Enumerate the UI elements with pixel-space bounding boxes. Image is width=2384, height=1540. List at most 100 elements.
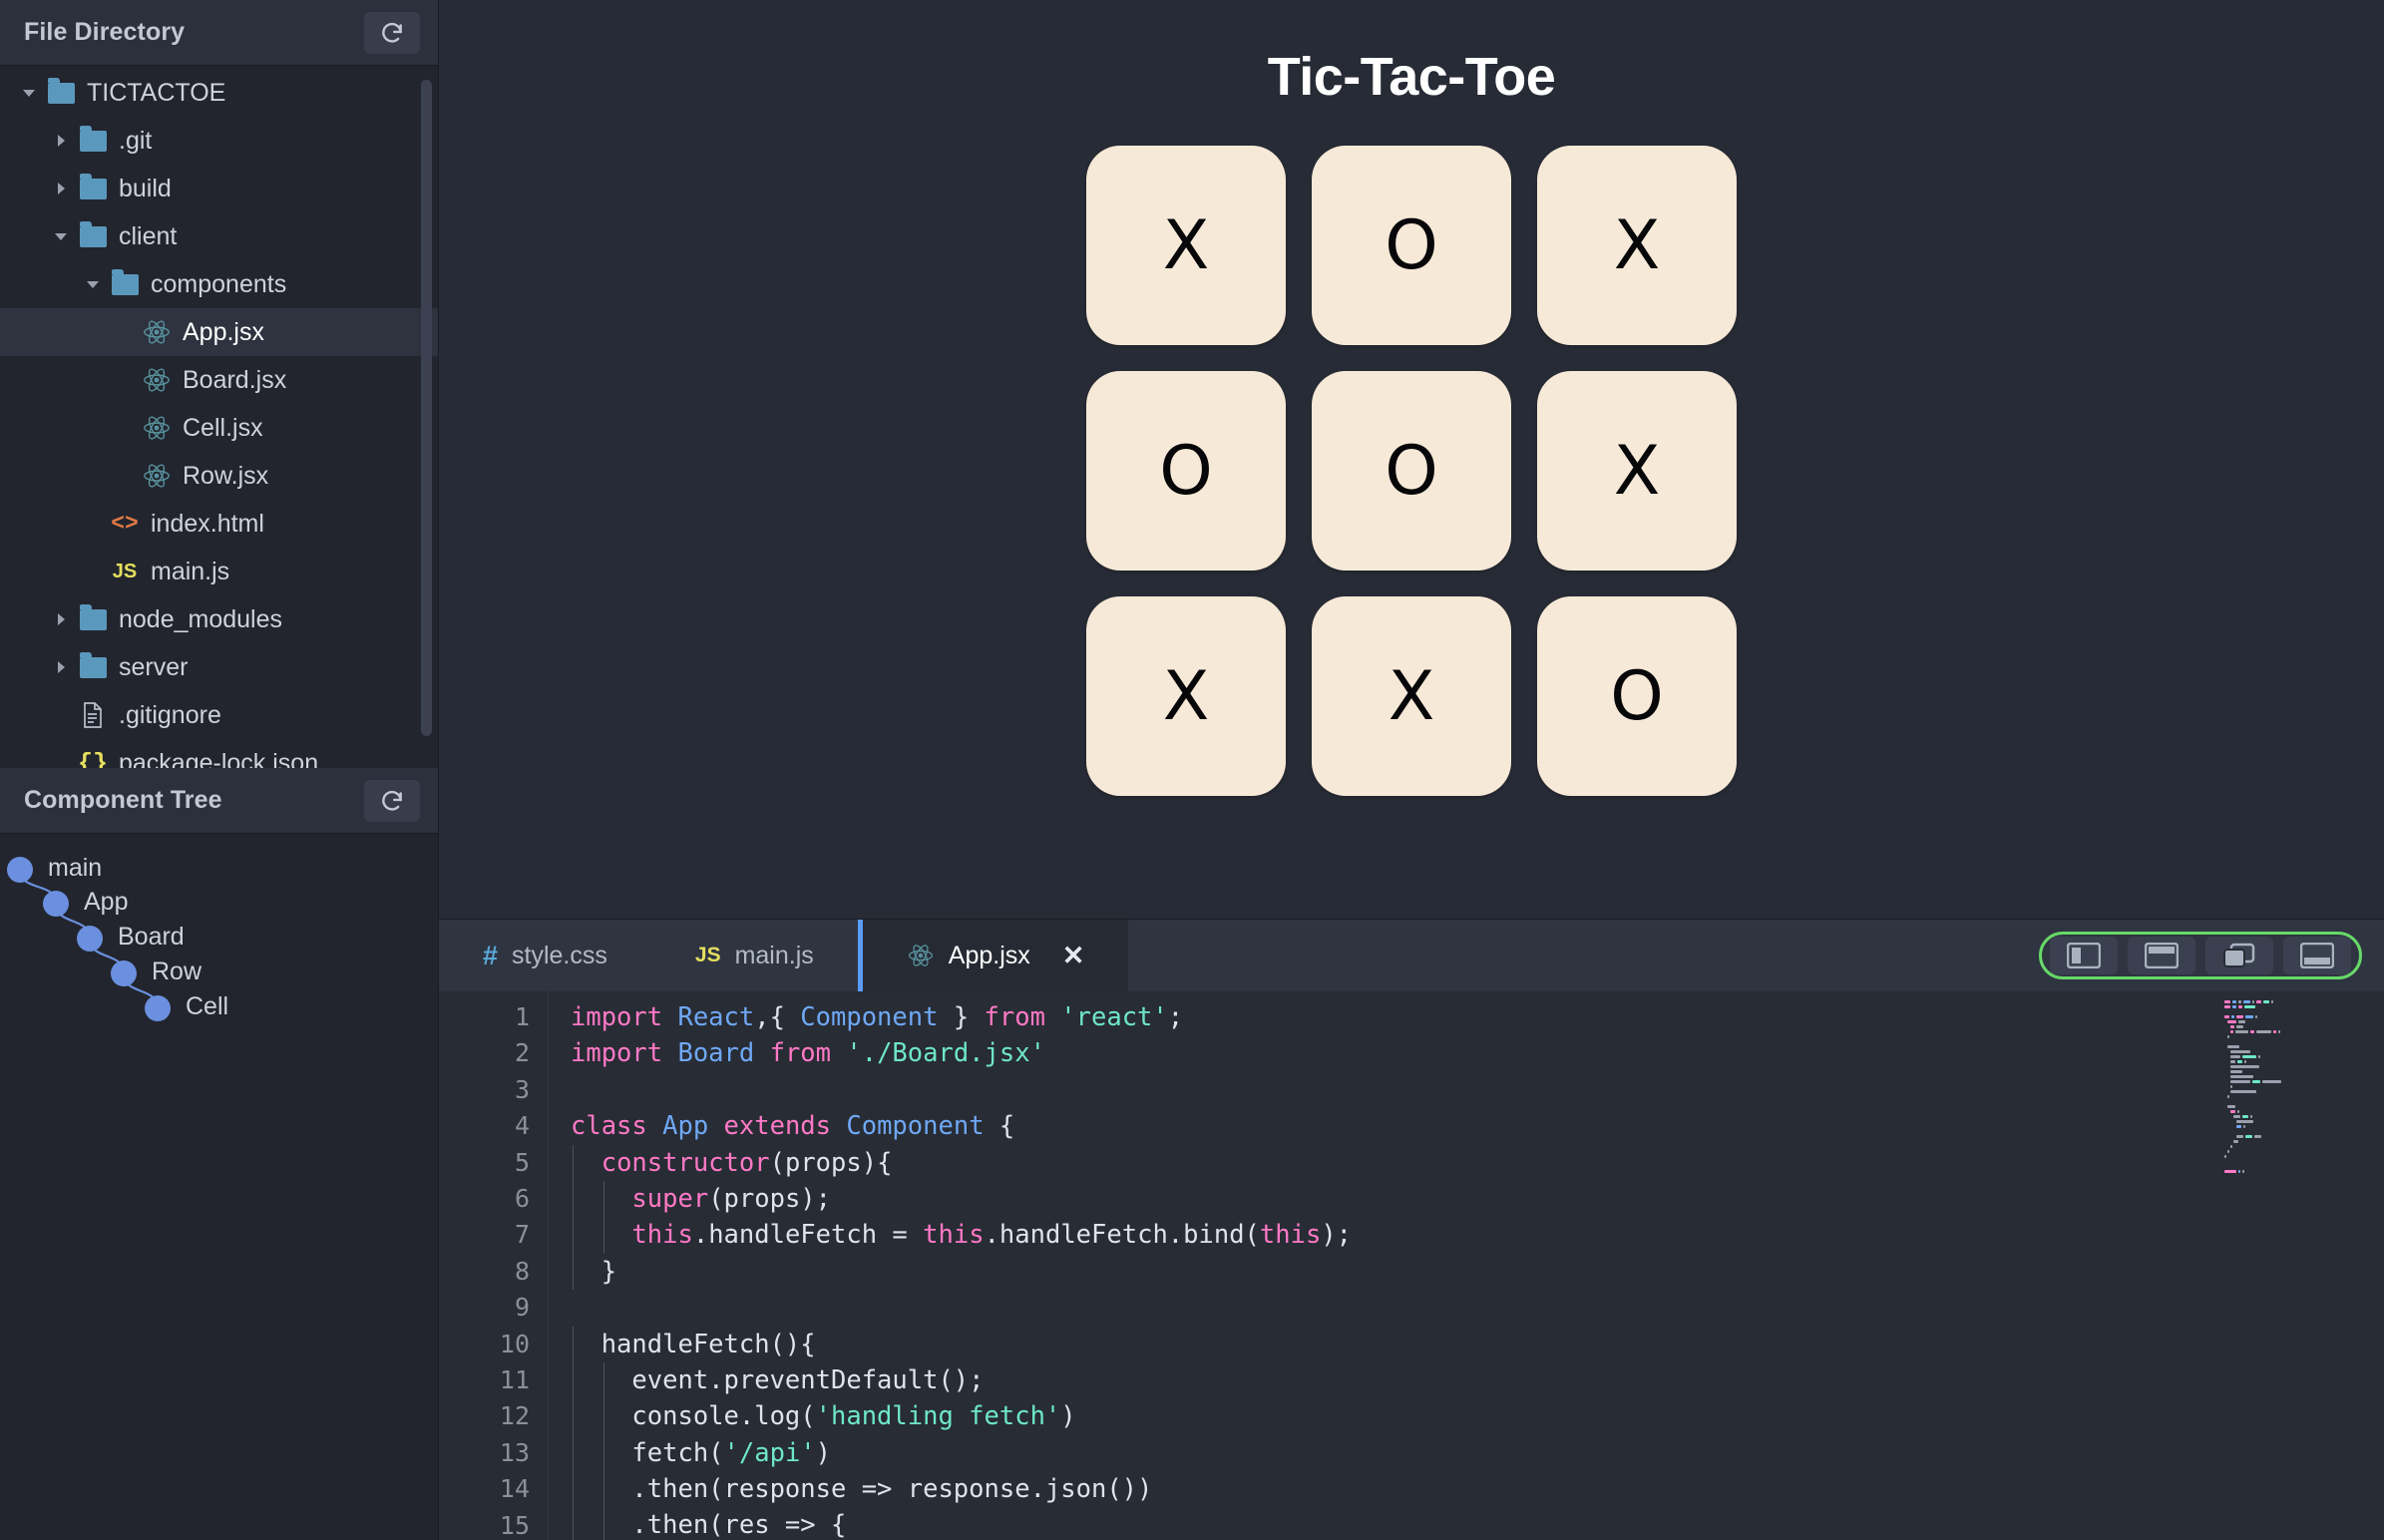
editor-tab-main-js[interactable]: JS main.js — [651, 920, 858, 991]
file-tree-item-tictactoe[interactable]: TICTACTOE — [0, 69, 438, 117]
board-cell-0-1[interactable]: O — [1312, 146, 1511, 345]
code-token: this — [923, 1220, 985, 1251]
code-token: (props); — [708, 1183, 832, 1214]
chevron-down-icon[interactable] — [82, 273, 104, 295]
hash-icon: # — [483, 940, 499, 970]
code-token: handleFetch(){ — [571, 1329, 816, 1359]
board-cell-1-1[interactable]: O — [1312, 371, 1511, 571]
code-line: import React,{ Component } from 'react'; — [571, 999, 2384, 1035]
code-token: } — [571, 1256, 617, 1287]
chevron-down-icon[interactable] — [50, 225, 72, 247]
line-number: 13 — [499, 1437, 530, 1467]
file-tree-item-build[interactable]: build — [0, 165, 438, 212]
code-token: .then(response => response.json()) — [571, 1474, 1153, 1505]
layout-buttons-group — [2039, 932, 2362, 979]
indent-guide — [573, 1361, 574, 1399]
chevron-right-icon[interactable] — [50, 608, 72, 630]
component-tree-scroll-area: main App Board Row Cell — [0, 834, 438, 1540]
file-tree-item-package-lock-json[interactable]: {} package-lock.json — [0, 739, 438, 769]
file-tree-item-gitignore[interactable]: .gitignore — [0, 691, 438, 739]
main-area: Tic-Tac-Toe XOXOOXXXO # style.css JS main.j… — [439, 0, 2384, 1540]
file-tree-item-board-jsx[interactable]: Board.jsx — [0, 356, 438, 404]
layout-split-top-icon[interactable] — [2128, 937, 2195, 974]
chevron-right-icon[interactable] — [50, 130, 72, 152]
file-tree-item-label: node_modules — [119, 604, 283, 633]
component-tree-node-board[interactable]: Board — [118, 923, 185, 952]
component-tree-node-cell[interactable]: Cell — [186, 992, 228, 1021]
editor-tab-style-css[interactable]: # style.css — [439, 920, 651, 991]
board-cell-2-0[interactable]: X — [1086, 596, 1286, 796]
code-content[interactable]: import React,{ Component } from 'react';… — [549, 991, 2384, 1540]
line-number: 5 — [514, 1147, 530, 1177]
file-tree-item-row-jsx[interactable]: Row.jsx — [0, 452, 438, 500]
code-token: .handleFetch = — [692, 1220, 924, 1251]
board-cell-1-0[interactable]: O — [1086, 371, 1286, 571]
code-token: 'handling fetch' — [815, 1401, 1061, 1432]
line-number: 8 — [514, 1256, 530, 1286]
component-tree-node-main[interactable]: main — [48, 854, 102, 883]
refresh-icon[interactable] — [364, 11, 420, 54]
indent-guide — [573, 1217, 574, 1254]
chevron-down-icon[interactable] — [18, 82, 40, 104]
component-tree-node-app[interactable]: App — [84, 888, 128, 917]
layout-split-bottom-icon[interactable] — [2283, 937, 2351, 974]
refresh-icon[interactable] — [364, 779, 420, 822]
board-cell-0-0[interactable]: X — [1086, 146, 1286, 345]
code-token: (props){ — [769, 1147, 893, 1178]
file-tree-item-app-jsx[interactable]: App.jsx — [0, 308, 438, 356]
code-scroll-area[interactable]: 1 2 3 4 5 6 7 8 9 10 11 12 13 14 15 import React,{ Com… — [439, 991, 2384, 1540]
board-cell-2-2[interactable]: O — [1537, 596, 1737, 796]
file-tree-scroll-area: TICTACTOE .git build client components App.js… — [0, 66, 438, 768]
code-token: ); — [1321, 1220, 1353, 1251]
code-line: .then(response => response.json()) — [571, 1471, 2384, 1508]
editor-tab-app-jsx[interactable]: App.jsx ✕ — [857, 920, 1129, 991]
indent-guide — [602, 1507, 604, 1540]
file-tree-item-label: main.js — [151, 557, 230, 585]
code-token: { — [984, 1111, 1015, 1142]
file-tree-item-cell-jsx[interactable]: Cell.jsx — [0, 404, 438, 452]
file-tree-item-git[interactable]: .git — [0, 117, 438, 165]
file-tree-item-node-modules[interactable]: node_modules — [0, 595, 438, 643]
file-tree-item-main-js[interactable]: JS main.js — [0, 548, 438, 595]
file-tree-item-label: Row.jsx — [183, 461, 269, 490]
code-token: 'react' — [1060, 1002, 1168, 1032]
component-tree-node-row[interactable]: Row — [152, 958, 201, 986]
close-icon[interactable]: ✕ — [1062, 942, 1085, 969]
code-token: from — [769, 1038, 847, 1069]
code-line: constructor(props){ — [571, 1144, 2384, 1181]
file-tree-item-label: client — [119, 221, 178, 250]
indent-guide — [602, 1471, 604, 1508]
chevron-right-icon[interactable] — [50, 656, 72, 678]
editor-tab-label: style.css — [512, 941, 607, 969]
file-tree-scrollbar[interactable] — [421, 80, 432, 736]
code-token: ) — [1060, 1401, 1076, 1432]
file-tree-item-components[interactable]: components — [0, 260, 438, 308]
code-token: Component — [846, 1111, 985, 1142]
code-token: fetch( — [571, 1437, 724, 1468]
component-tree-title: Component Tree — [24, 786, 222, 814]
file-tree-item-index-html[interactable]: <> index.html — [0, 500, 438, 548]
line-number: 15 — [499, 1510, 530, 1540]
line-number: 1 — [514, 1002, 530, 1031]
react-icon — [140, 413, 174, 443]
code-token: console.log( — [571, 1401, 816, 1432]
board-cell-0-2[interactable]: X — [1537, 146, 1737, 345]
folder-icon — [76, 603, 110, 634]
react-icon — [140, 317, 174, 347]
file-tree-item-label: .gitignore — [119, 700, 221, 729]
board-row: XOX — [1086, 146, 1737, 345]
react-icon — [907, 942, 935, 969]
file-tree-item-server[interactable]: server — [0, 643, 438, 691]
layout-split-left-icon[interactable] — [2050, 937, 2118, 974]
file-tree-item-label: Board.jsx — [183, 365, 287, 394]
layout-windowed-icon[interactable] — [2205, 937, 2273, 974]
file-tree-item-client[interactable]: client — [0, 212, 438, 260]
chevron-right-icon[interactable] — [50, 178, 72, 199]
indent-guide — [602, 1434, 604, 1472]
file-tree-item-label: package-lock.json — [119, 748, 319, 769]
indent-guide — [573, 1434, 574, 1472]
board-cell-2-1[interactable]: X — [1312, 596, 1511, 796]
board-cell-1-2[interactable]: X — [1537, 371, 1737, 571]
